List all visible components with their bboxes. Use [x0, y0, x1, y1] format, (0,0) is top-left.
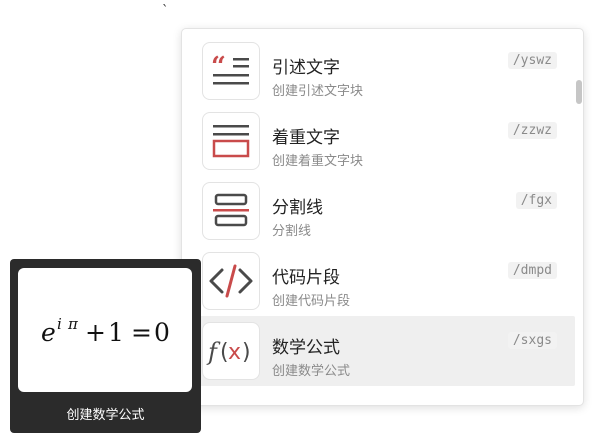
stray-backtick-text: `: [162, 4, 169, 19]
svg-text:0: 0: [154, 318, 170, 347]
menu-item-divider[interactable]: 分割线 分割线 /fgx: [194, 176, 575, 246]
divider-icon: [202, 182, 260, 240]
menu-item-title: 着重文字: [272, 128, 340, 148]
emphasis-block-icon: [202, 112, 260, 170]
code-icon: [202, 252, 260, 310]
function-icon: f ( x ): [202, 322, 260, 380]
svg-text:π: π: [67, 315, 79, 333]
euler-identity-formula: e i π + 1 = 0: [41, 315, 170, 347]
menu-item-title: 分割线: [272, 198, 323, 218]
quote-icon: “: [202, 42, 260, 100]
scrollbar-thumb[interactable]: [576, 80, 582, 104]
formula-preview-tooltip: e i π + 1 = 0 创建数学公式: [10, 259, 201, 433]
menu-item-shortcut: /dmpd: [507, 262, 557, 279]
menu-item-shortcut: /sxgs: [507, 332, 557, 349]
svg-text:): ): [242, 340, 251, 365]
menu-item-quote[interactable]: “ 引述文字 创建引述文字块 /yswz: [194, 36, 575, 106]
menu-item-shortcut: /yswz: [507, 52, 557, 69]
menu-item-shortcut: /zzwz: [507, 122, 557, 139]
menu-item-description: 分割线: [272, 224, 312, 239]
svg-text:=: =: [131, 318, 152, 347]
menu-item-code[interactable]: 代码片段 创建代码片段 /dmpd: [194, 246, 575, 316]
menu-item-title: 代码片段: [272, 268, 340, 288]
svg-text:f: f: [206, 338, 221, 366]
menu-item-shortcut: /fgx: [515, 192, 557, 209]
svg-text:+: +: [85, 318, 106, 347]
svg-text:1: 1: [108, 318, 124, 347]
menu-item-math-formula[interactable]: f ( x ) 数学公式 创建数学公式 /sxgs: [194, 316, 575, 386]
menu-item-emphasis[interactable]: 着重文字 创建着重文字块 /zzwz: [194, 106, 575, 176]
menu-item-title: 数学公式: [272, 338, 340, 358]
svg-text:x: x: [228, 340, 241, 365]
menu-item-description: 创建代码片段: [272, 294, 351, 309]
svg-text:“: “: [211, 52, 226, 82]
menu-item-title: 引述文字: [272, 58, 340, 78]
svg-text:e: e: [41, 318, 56, 347]
svg-text:i: i: [57, 315, 62, 333]
menu-item-description: 创建引述文字块: [272, 84, 364, 99]
menu-item-description: 创建着重文字块: [272, 154, 364, 169]
slash-command-menu: “ 引述文字 创建引述文字块 /yswz 着重文字 创建着重文字块 /zzwz …: [181, 28, 584, 406]
menu-item-description: 创建数学公式: [272, 364, 351, 379]
formula-preview-card: e i π + 1 = 0: [18, 268, 192, 392]
menu-list: “ 引述文字 创建引述文字块 /yswz 着重文字 创建着重文字块 /zzwz …: [182, 29, 583, 405]
preview-caption: 创建数学公式: [66, 408, 145, 423]
